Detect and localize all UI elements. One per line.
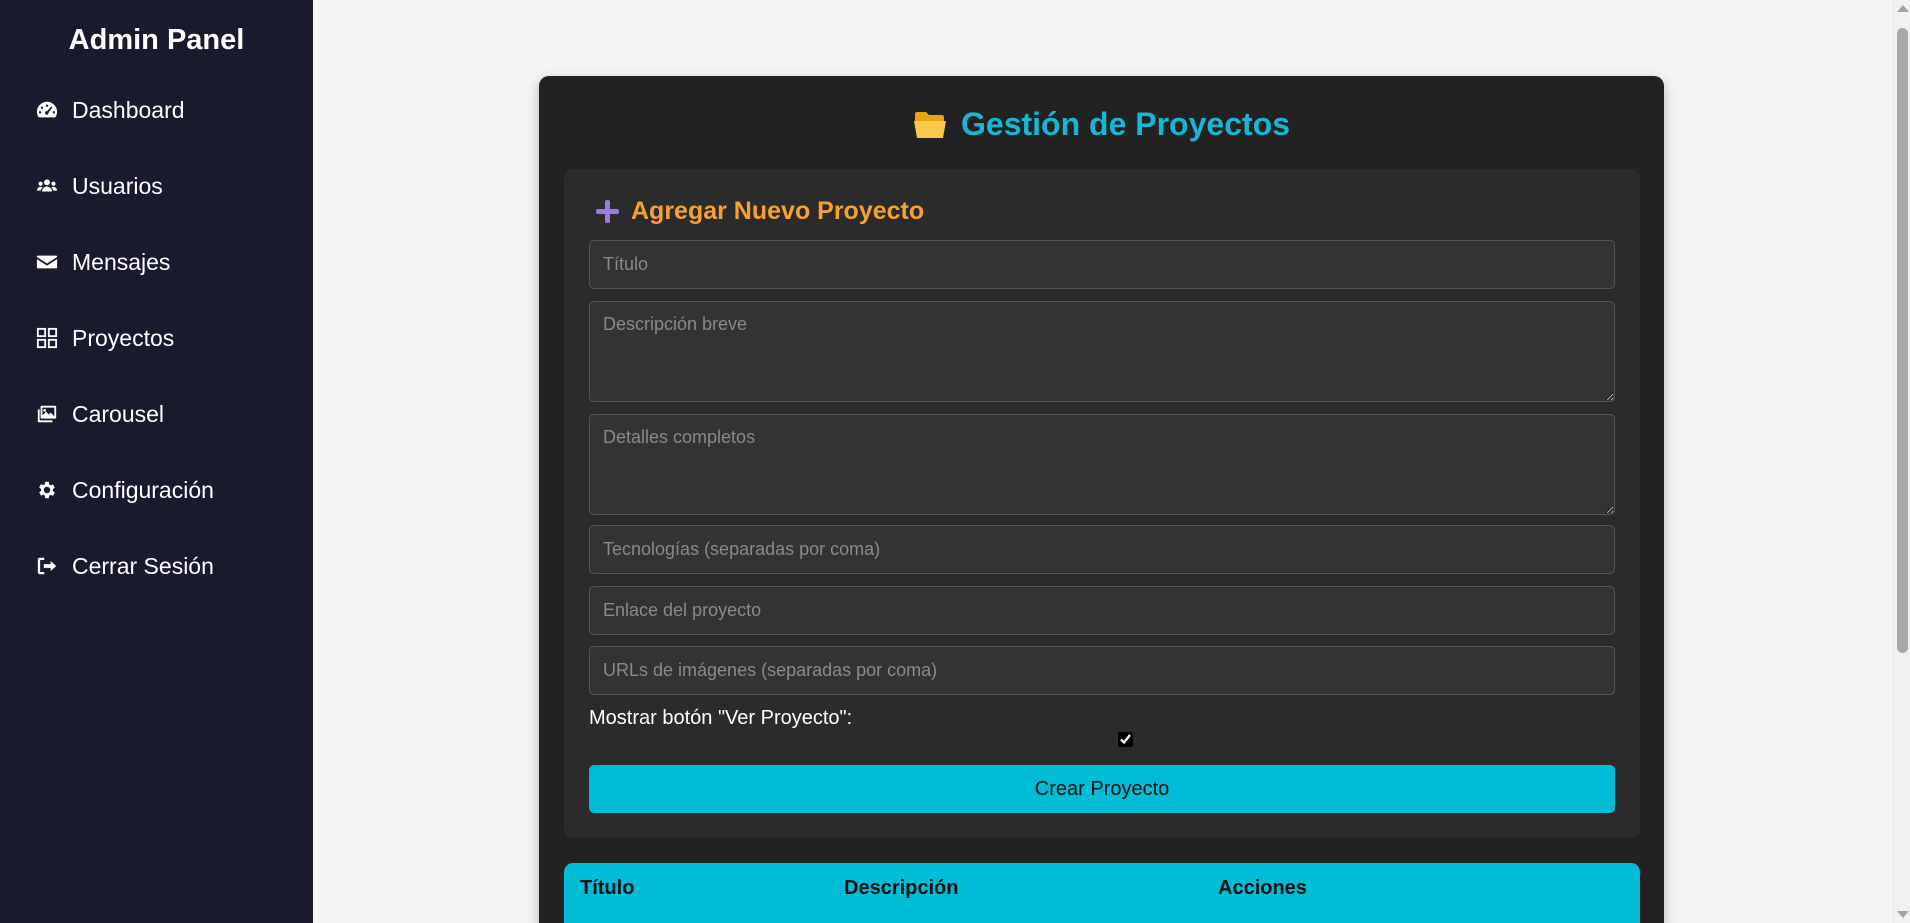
page-title: Gestión de Proyectos — [539, 106, 1664, 143]
sidebar-item-cerrar-sesion[interactable]: Cerrar Sesión — [36, 550, 214, 582]
form-heading: Agregar Nuevo Proyecto — [594, 197, 924, 226]
tecnologias-input[interactable] — [589, 525, 1615, 574]
sidebar-item-label: Dashboard — [72, 96, 185, 123]
projects-card: Gestión de Proyectos Agregar Nuevo Proye… — [539, 76, 1664, 923]
vertical-scrollbar[interactable] — [1893, 0, 1910, 923]
sidebar-item-label: Usuarios — [72, 172, 163, 199]
detalles-textarea[interactable] — [589, 414, 1615, 515]
users-icon — [36, 175, 58, 197]
envelope-icon — [36, 251, 58, 273]
sidebar-title: Admin Panel — [68, 24, 245, 56]
ver-proyecto-checkbox[interactable] — [1118, 732, 1133, 747]
sidebar-item-label: Carousel — [72, 400, 165, 427]
sidebar-item-proyectos[interactable]: Proyectos — [36, 322, 174, 354]
sidebar-item-label: Cerrar Sesión — [72, 552, 214, 579]
scroll-down-arrow-icon[interactable] — [1897, 911, 1909, 918]
grid-icon — [36, 327, 58, 349]
sign-out-icon — [36, 555, 58, 577]
gear-icon — [36, 479, 58, 501]
sidebar-item-dashboard[interactable]: Dashboard — [36, 94, 185, 126]
plus-icon — [596, 200, 619, 223]
projects-table-header: Título Descripción Acciones — [564, 863, 1640, 923]
imagenes-input[interactable] — [589, 646, 1615, 695]
descripcion-textarea[interactable] — [589, 301, 1615, 402]
sidebar: Admin Panel Dashboard Usuarios Mensajes … — [0, 0, 313, 923]
folder-icon — [914, 111, 946, 138]
scroll-up-arrow-icon[interactable] — [1897, 5, 1909, 12]
dashboard-icon — [36, 99, 58, 121]
column-header-acciones: Acciones — [1218, 877, 1307, 899]
sidebar-item-carousel[interactable]: Carousel — [36, 398, 164, 430]
sidebar-item-label: Mensajes — [72, 248, 171, 275]
ver-proyecto-label: Mostrar botón "Ver Proyecto": — [589, 707, 853, 729]
new-project-form: Agregar Nuevo Proyecto Mostrar botón "Ve… — [564, 169, 1640, 838]
form-heading-text: Agregar Nuevo Proyecto — [631, 197, 925, 225]
sidebar-item-configuracion[interactable]: Configuración — [36, 474, 214, 506]
images-icon — [36, 403, 58, 425]
column-header-titulo: Título — [580, 877, 635, 899]
page-title-text: Gestión de Proyectos — [961, 106, 1290, 142]
sidebar-item-label: Configuración — [72, 476, 214, 503]
enlace-input[interactable] — [589, 586, 1615, 635]
sidebar-item-mensajes[interactable]: Mensajes — [36, 246, 170, 278]
sidebar-item-usuarios[interactable]: Usuarios — [36, 170, 163, 202]
column-header-descripcion: Descripción — [844, 877, 959, 899]
crear-proyecto-button[interactable]: Crear Proyecto — [589, 765, 1615, 813]
scroll-thumb[interactable] — [1897, 28, 1908, 653]
sidebar-item-label: Proyectos — [72, 324, 175, 351]
titulo-input[interactable] — [589, 240, 1615, 289]
